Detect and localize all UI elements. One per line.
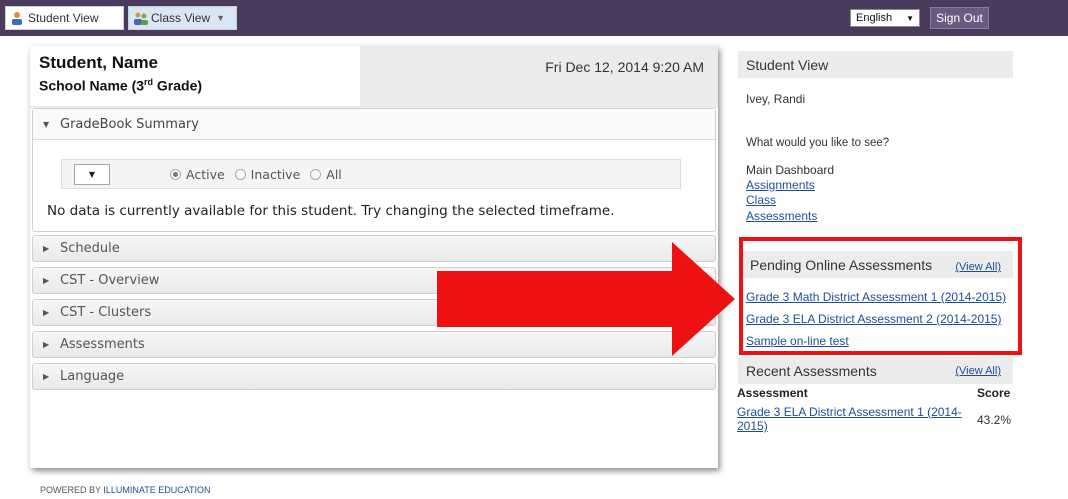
radio-dot[interactable] [234,169,246,180]
red-arrow-annotation [437,242,735,356]
sidebar-question: What would you like to see? [746,137,890,149]
school-name: School Name (3rd Grade) [39,77,203,94]
student-name: Student, Name [39,53,159,72]
language-select[interactable]: English ▼ [850,9,920,27]
triangle-down-icon: ▼ [43,119,50,129]
sidebar-current-view: Main Dashboard [746,163,835,177]
status-radio-group: Active Inactive All [170,167,342,182]
language-value: English [856,12,893,24]
chevron-down-icon: ▼ [88,170,96,179]
section-language[interactable]: ▶ Language [32,363,716,390]
powered-by: POWERED BY ILLUMINATE EDUCATION [40,485,211,495]
student-icon [10,11,24,25]
timeframe-select[interactable]: ▼ [74,164,110,185]
recent-assessment-score: 43.2% [977,413,1012,427]
link-class[interactable]: Class [746,193,776,207]
illuminate-link[interactable]: ILLUMINATE EDUCATION [103,485,210,495]
radio-dot[interactable] [170,169,181,180]
triangle-right-icon: ▶ [43,340,50,349]
recent-view-all-link[interactable]: (View All) [955,365,1001,377]
tab-student-view[interactable]: Student View [5,6,124,30]
column-header-score: Score [977,386,1011,400]
tab-class-view[interactable]: Class View ▼ [128,6,237,30]
sign-out-button[interactable]: Sign Out [930,7,989,29]
recent-assessment-link[interactable]: Grade 3 ELA District Assessment 1 (2014-… [737,405,969,433]
class-icon [133,11,148,25]
radio-active[interactable]: Active [170,167,225,182]
no-data-message: No data is currently available for this … [47,203,615,219]
link-assessments[interactable]: Assessments [746,209,817,223]
panel-header: Student, Name School Name (3rd Grade) Fr… [30,46,718,108]
triangle-right-icon: ▶ [43,372,50,381]
student-card: Student, Name School Name (3rd Grade) [30,46,360,106]
chevron-down-icon: ▼ [906,13,914,23]
tab-label: Student View [28,11,99,25]
triangle-right-icon: ▶ [43,308,50,317]
student-display-name: Ivey, Randi [746,92,806,106]
radio-all[interactable]: All [310,167,342,182]
section-title: GradeBook Summary [60,116,199,132]
highlight-box [739,237,1022,355]
triangle-right-icon: ▶ [43,276,50,285]
sidebar-title: Student View [738,51,1013,78]
radio-dot[interactable] [310,169,322,180]
column-header-assessment: Assessment [737,386,808,400]
radio-inactive[interactable]: Inactive [234,167,300,182]
current-datetime: Fri Dec 12, 2014 9:20 AM [545,59,704,75]
recent-assessments-header: Recent Assessments (View All) [738,357,1013,384]
top-bar: Student View Class View ▼ English ▼ Sign… [0,0,1068,36]
filter-bar: ▼ Active Inactive All [61,159,681,189]
gradebook-summary-header[interactable]: ▼ GradeBook Summary [33,109,715,140]
chevron-down-icon: ▼ [216,13,226,23]
gradebook-summary-section: ▼ GradeBook Summary ▼ Active Inactive Al… [32,108,716,232]
link-assignments[interactable]: Assignments [746,178,815,192]
triangle-right-icon: ▶ [43,244,50,253]
tab-label: Class View [151,11,211,25]
